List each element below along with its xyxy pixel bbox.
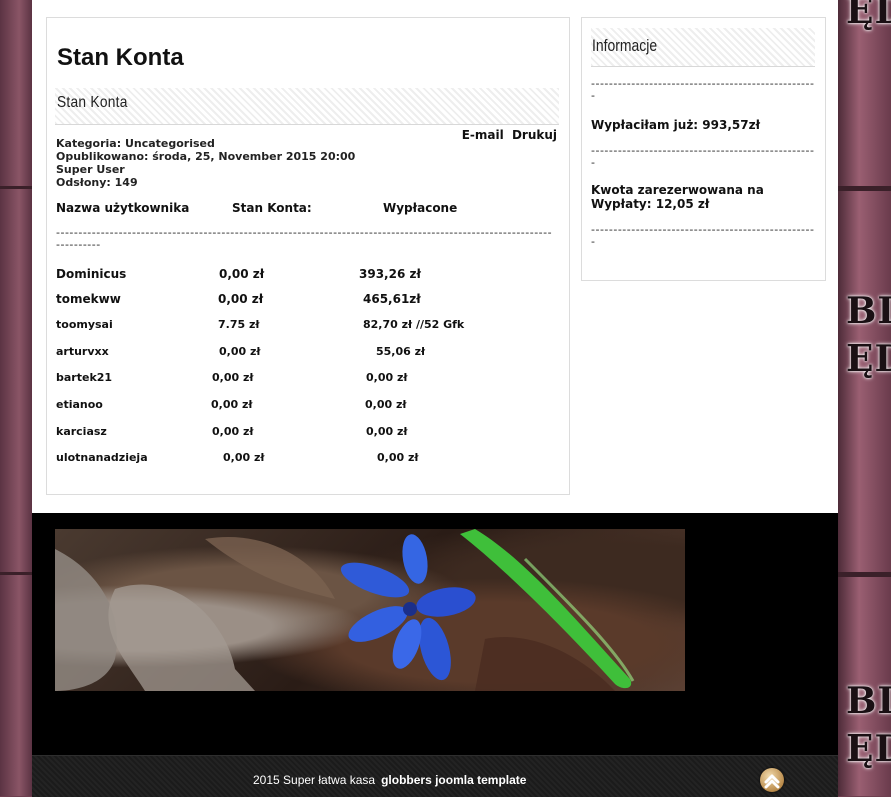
flower-banner-image bbox=[55, 529, 685, 691]
meta-hits: Odsłony: 149 bbox=[56, 176, 138, 189]
sidebar-header: Informacje bbox=[591, 28, 815, 67]
row-balance: 0,00 zł bbox=[211, 398, 253, 411]
row-paid: 82,70 zł //52 Gfk bbox=[363, 318, 465, 331]
column-header-user: Nazwa użytkownika bbox=[56, 201, 190, 215]
dashed-divider: ----------------------------------------… bbox=[591, 144, 815, 169]
row-user: arturvxx bbox=[56, 345, 109, 358]
background-text: ĘD bbox=[846, 728, 891, 770]
paid-total: Wypłaciłam już: 993,57zł bbox=[591, 118, 761, 132]
reserved-amount: Kwota zarezerwowana na Wypłaty: 12,05 zł bbox=[591, 183, 764, 211]
wall-tile-seam bbox=[838, 186, 891, 191]
page-title: Stan Konta bbox=[57, 44, 184, 71]
background-text: BIA bbox=[846, 680, 891, 722]
banner-section bbox=[32, 513, 838, 755]
row-paid: 0,00 zł bbox=[377, 451, 419, 464]
row-paid: 55,06 zł bbox=[376, 345, 426, 358]
template-credit-link[interactable]: globbers joomla template bbox=[381, 773, 526, 787]
meta-author: Super User bbox=[56, 163, 125, 176]
background-text: ĘDŁ bbox=[846, 0, 891, 32]
row-user: toomysai bbox=[56, 318, 113, 331]
background-text: ĘDŁ bbox=[846, 338, 891, 380]
main-page: Stan Konta Stan Konta E-mail Drukuj Kate… bbox=[32, 0, 838, 513]
row-user: ulotnanadzieja bbox=[56, 451, 148, 464]
wall-tile-seam bbox=[0, 186, 32, 189]
dashed-divider: ----------------------------------------… bbox=[56, 226, 553, 251]
wall-tile-seam bbox=[838, 572, 891, 577]
row-paid: 0,00 zł bbox=[365, 398, 407, 411]
row-user: Dominicus bbox=[56, 267, 127, 281]
row-balance: 0,00 zł bbox=[212, 425, 254, 438]
footer-copyright: 2015 Super łatwa kasa bbox=[253, 773, 376, 787]
right-wall bbox=[838, 0, 891, 796]
row-paid: 393,26 zł bbox=[359, 267, 421, 281]
wall-tile-seam bbox=[0, 572, 32, 575]
row-user: etianoo bbox=[56, 398, 103, 411]
email-link[interactable]: E-mail bbox=[462, 128, 504, 142]
article-meta: Kategoria: Uncategorised Opublikowano: ś… bbox=[56, 137, 355, 189]
footer-credits: 2015 Super łatwa kasa globbers joomla tem… bbox=[253, 773, 526, 787]
chevron-up-icon bbox=[764, 774, 780, 789]
row-balance: 0,00 zł bbox=[218, 292, 264, 306]
row-user: bartek21 bbox=[56, 371, 113, 384]
article-header: Stan Konta bbox=[55, 88, 559, 125]
article-tools: E-mail Drukuj bbox=[458, 128, 557, 142]
row-user: karciasz bbox=[56, 425, 107, 438]
row-paid: 0,00 zł bbox=[366, 371, 408, 384]
row-balance: 0,00 zł bbox=[212, 371, 254, 384]
print-link[interactable]: Drukuj bbox=[512, 128, 557, 142]
meta-category: Kategoria: Uncategorised bbox=[56, 137, 215, 150]
row-balance: 0,00 zł bbox=[219, 345, 261, 358]
article: Stan Konta Stan Konta E-mail Drukuj Kate… bbox=[46, 17, 570, 495]
row-paid: 465,61zł bbox=[363, 292, 421, 306]
row-balance: 0,00 zł bbox=[223, 451, 265, 464]
background-text: BIA bbox=[846, 290, 891, 332]
dashed-divider: ----------------------------------------… bbox=[591, 77, 815, 102]
info-sidebar: Informacje -----------------------------… bbox=[581, 17, 826, 281]
row-paid: 0,00 zł bbox=[366, 425, 408, 438]
row-user: tomekww bbox=[56, 292, 121, 306]
flower-illustration bbox=[55, 529, 635, 691]
row-balance: 7.75 zł bbox=[218, 318, 260, 331]
column-header-paid: Wypłacone bbox=[383, 201, 458, 215]
scroll-to-top-button[interactable] bbox=[760, 768, 784, 792]
site-footer: 2015 Super łatwa kasa globbers joomla tem… bbox=[32, 755, 838, 797]
article-title: Stan Konta bbox=[57, 94, 128, 111]
dashed-divider: ----------------------------------------… bbox=[591, 223, 815, 248]
row-balance: 0,00 zł bbox=[219, 267, 265, 281]
column-header-balance: Stan Konta: bbox=[232, 201, 312, 215]
sidebar-title: Informacje bbox=[592, 36, 658, 55]
meta-published: Opublikowano: środa, 25, November 2015 2… bbox=[56, 150, 356, 163]
left-wall bbox=[0, 0, 32, 796]
